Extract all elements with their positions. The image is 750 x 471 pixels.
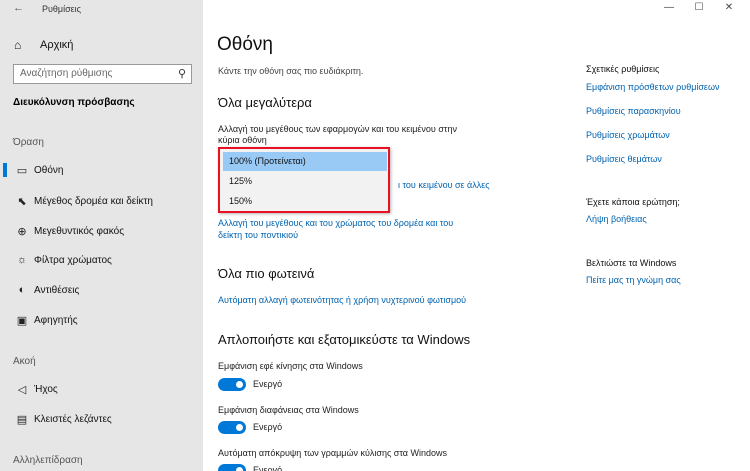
- toggle-transparency-state: Ενεργό: [253, 422, 283, 432]
- window-controls: — ☐ ✕: [654, 1, 744, 15]
- toggle-knob: [236, 424, 243, 431]
- sidebar-item-captions[interactable]: ▤ Κλειστές λεζάντες: [0, 408, 203, 430]
- related-link-background[interactable]: Ρυθμίσεις παρασκηνίου: [586, 106, 681, 116]
- related-link-colors[interactable]: Ρυθμίσεις χρωμάτων: [586, 130, 670, 140]
- toggle-animation-state: Ενεργό: [253, 379, 283, 389]
- toggle-scrollbars-label: Αυτόματη απόκρυψη των γραμμών κύλισης στ…: [218, 448, 448, 458]
- scale-option-100[interactable]: 100% (Προτείνεται): [223, 152, 387, 171]
- feedback-link[interactable]: Πείτε μας τη γνώμη σας: [586, 275, 681, 285]
- sidebar-item-label: Αντιθέσεις: [34, 284, 80, 296]
- sidebar-item-audio[interactable]: ◁ Ήχος: [0, 378, 203, 400]
- toggle-animation-label: Εμφάνιση εφέ κίνησης στα Windows: [218, 361, 363, 371]
- cursor-icon: ⬉: [17, 195, 27, 208]
- related-settings-heading: Σχετικές ρυθμίσεις: [586, 64, 660, 74]
- sidebar-item-label: Μέγεθος δρομέα και δείκτη: [34, 195, 153, 207]
- question-heading: Έχετε κάποια ερώτηση;: [586, 197, 680, 207]
- sidebar-item-magnifier[interactable]: ⊕ Μεγεθυντικός φακός: [0, 220, 203, 242]
- night-light-link[interactable]: Αυτόματη αλλαγή φωτεινότητας ή χρήση νυχ…: [218, 294, 466, 306]
- active-indicator: [3, 163, 7, 177]
- magnifier-icon: ⊕: [17, 225, 27, 238]
- toggle-knob: [236, 467, 243, 471]
- window-title: Ρυθμίσεις: [42, 4, 82, 14]
- back-arrow-icon[interactable]: ←: [13, 2, 24, 14]
- home-icon: ⌂: [14, 38, 22, 52]
- sidebar-item-color-filters[interactable]: ☼ Φίλτρα χρώματος: [0, 249, 203, 271]
- sidebar-item-label: Ήχος: [34, 383, 58, 395]
- search-icon[interactable]: ⚲: [178, 67, 186, 80]
- contrast-icon: ◐: [18, 284, 26, 296]
- search-placeholder: Αναζήτηση ρύθμισης: [20, 68, 113, 79]
- home-nav[interactable]: ⌂ Αρχική: [14, 38, 73, 52]
- page-subtitle: Κάντε την οθόνη σας πιο ευδιάκριτη.: [218, 66, 364, 76]
- heading-simplify: Απλοποιήστε και εξατομικεύστε τα Windows: [218, 332, 471, 347]
- toggle-scrollbars[interactable]: [218, 464, 246, 471]
- scale-dropdown[interactable]: 100% (Προτείνεται) 125% 150%: [218, 147, 390, 213]
- search-box[interactable]: Αναζήτηση ρύθμισης ⚲: [13, 64, 192, 84]
- sidebar-item-display[interactable]: ▭ Οθόνη: [0, 159, 203, 181]
- toggle-transparency-label: Εμφάνιση διαφάνειας στα Windows: [218, 405, 359, 415]
- related-link-additional[interactable]: Εμφάνιση πρόσθετων ρυθμίσεων: [586, 82, 719, 92]
- sidebar-item-contrast[interactable]: ◐ Αντιθέσεις: [0, 279, 203, 301]
- other-displays-link[interactable]: ι του κειμένου σε άλλες: [398, 179, 490, 191]
- group-label-vision: Όραση: [13, 137, 44, 148]
- page-title: Οθόνη: [217, 34, 273, 55]
- get-help-link[interactable]: Λήψη βοήθειας: [586, 214, 647, 224]
- toggle-transparency[interactable]: [218, 421, 246, 434]
- sidebar-item-cursor[interactable]: ⬉ Μέγεθος δρομέα και δείκτη: [0, 190, 203, 212]
- sidebar-item-narrator[interactable]: ▣ Αφηγητής: [0, 309, 203, 331]
- heading-bigger: Όλα μεγαλύτερα: [218, 95, 312, 110]
- sidebar-section-title: Διευκόλυνση πρόσβασης: [13, 97, 135, 108]
- sidebar-item-label: Μεγεθυντικός φακός: [34, 225, 125, 237]
- sidebar-item-label: Αφηγητής: [34, 314, 78, 326]
- scale-label-line2: κύρια οθόνη: [218, 135, 267, 145]
- sidebar: ← Ρυθμίσεις ⌂ Αρχική Αναζήτηση ρύθμισης …: [0, 0, 203, 471]
- pointer-size-link-line2[interactable]: δείκτη του ποντικιού: [218, 229, 298, 241]
- captions-icon: ▤: [16, 413, 28, 426]
- group-label-interaction: Αλληλεπίδραση: [13, 455, 83, 466]
- sidebar-item-label: Κλειστές λεζάντες: [34, 413, 112, 425]
- speaker-icon: ◁: [17, 383, 27, 396]
- close-icon[interactable]: ✕: [714, 1, 744, 15]
- group-label-hearing: Ακοή: [13, 356, 36, 367]
- narrator-icon: ▣: [16, 314, 28, 327]
- sun-icon: ☼: [16, 254, 28, 266]
- sidebar-item-label: Οθόνη: [34, 164, 64, 176]
- minimize-icon[interactable]: —: [654, 1, 684, 15]
- toggle-scrollbars-state: Ενεργό: [253, 465, 283, 471]
- home-label: Αρχική: [40, 39, 74, 51]
- scale-option-125[interactable]: 125%: [223, 172, 387, 191]
- heading-brighter: Όλα πιο φωτεινά: [218, 266, 315, 281]
- toggle-knob: [236, 381, 243, 388]
- pointer-size-link-line1[interactable]: Αλλαγή του μεγέθους και του χρώματος του…: [218, 217, 453, 229]
- main-content: — ☐ ✕ Οθόνη Κάντε την οθόνη σας πιο ευδι…: [203, 0, 750, 471]
- related-link-themes[interactable]: Ρυθμίσεις θεμάτων: [586, 154, 662, 164]
- scale-option-150[interactable]: 150%: [223, 192, 387, 211]
- monitor-icon: ▭: [16, 164, 28, 177]
- toggle-animation[interactable]: [218, 378, 246, 391]
- maximize-icon[interactable]: ☐: [684, 1, 714, 15]
- sidebar-item-label: Φίλτρα χρώματος: [34, 254, 112, 266]
- feedback-heading: Βελτιώστε τα Windows: [586, 258, 677, 268]
